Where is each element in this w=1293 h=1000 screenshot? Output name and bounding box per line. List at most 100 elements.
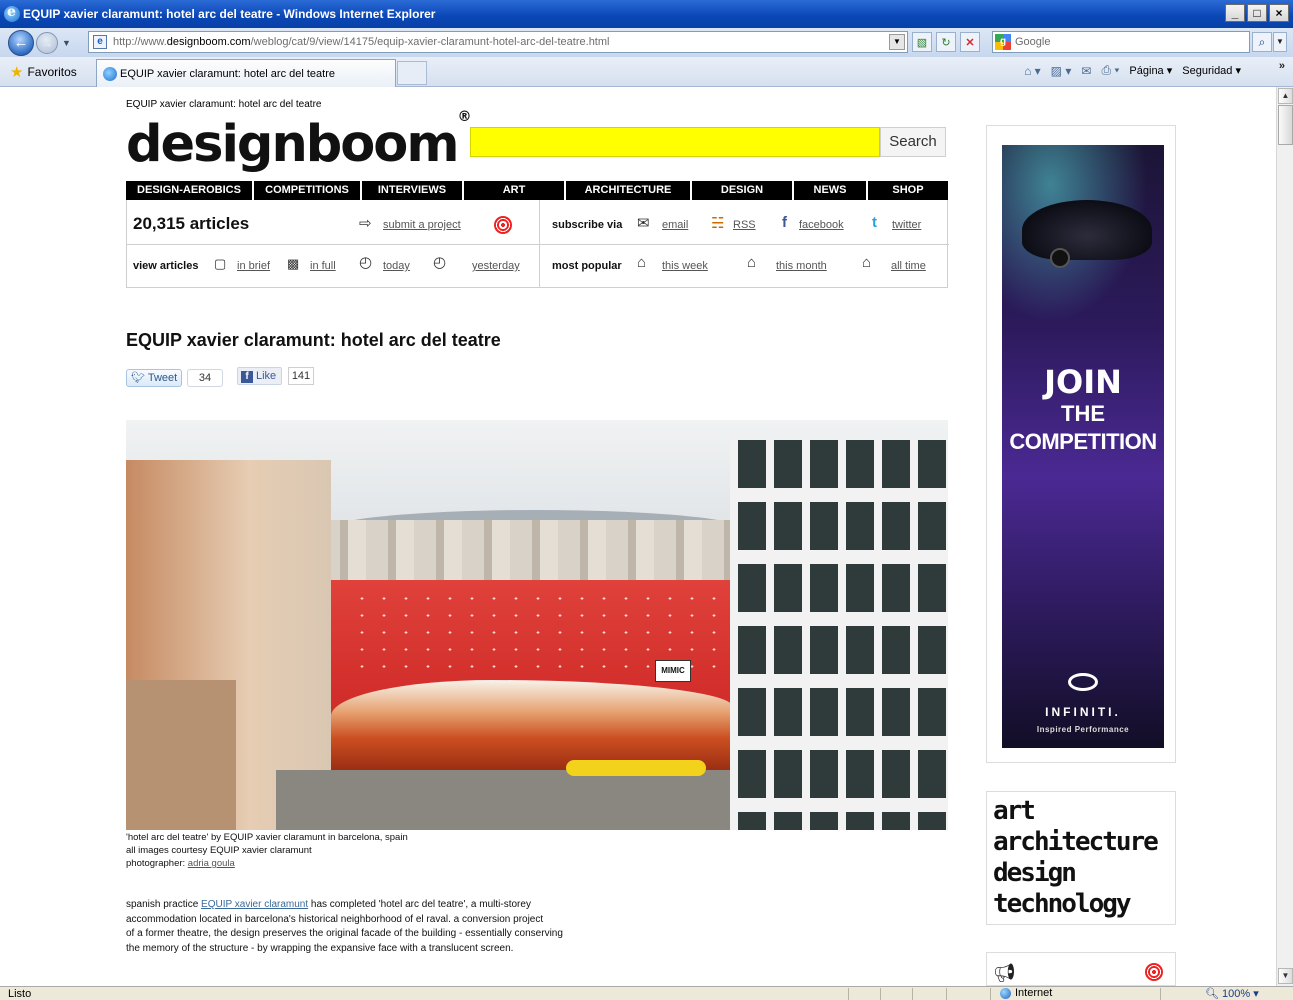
in-full-link[interactable]: in full: [310, 260, 336, 272]
all-time-link[interactable]: all time: [891, 260, 926, 272]
facebook-link[interactable]: facebook: [799, 219, 844, 231]
forward-button[interactable]: →: [36, 31, 58, 54]
menu-item-design[interactable]: DESIGN: [692, 181, 794, 200]
search-options-icon[interactable]: ▼: [1273, 32, 1287, 52]
article-body: spanish practice EQUIP xavier claramunt …: [126, 899, 563, 954]
advertisement-banner[interactable]: JOIN THE COMPETITION INFINITI. Inspired …: [1002, 145, 1164, 748]
refresh-icon[interactable]: ↻: [936, 32, 956, 52]
page-content: EQUIP xavier claramunt: hotel arc del te…: [0, 87, 1276, 986]
ad-headline: JOIN: [1044, 363, 1122, 401]
vertical-scrollbar[interactable]: ▲ ▼: [1276, 87, 1293, 986]
scroll-up-button[interactable]: ▲: [1278, 88, 1293, 104]
site-search-input[interactable]: [470, 127, 880, 157]
address-dropdown-icon[interactable]: ▼: [889, 34, 905, 50]
menu-item-architecture[interactable]: ARCHITECTURE: [566, 181, 692, 200]
categories-box[interactable]: art architecture design technology: [986, 791, 1176, 925]
stop-icon[interactable]: ✕: [960, 32, 980, 52]
url-path: /weblog/cat/9/view/14175/equip-xavier-cl…: [250, 36, 610, 48]
favorites-button[interactable]: ★ Favoritos: [10, 63, 77, 81]
menu-item-design-aerobics[interactable]: DESIGN-AEROBICS: [126, 181, 254, 200]
security-zone[interactable]: Internet: [1000, 987, 1052, 999]
twitter-icon: t: [872, 214, 877, 231]
tab-label: EQUIP xavier claramunt: hotel arc del te…: [120, 67, 336, 80]
mail-icon[interactable]: ✉: [1081, 64, 1091, 78]
ad-brand: INFINITI.: [1045, 705, 1121, 719]
safety-menu[interactable]: Seguridad ▾: [1182, 64, 1241, 77]
history-dropdown-icon[interactable]: ▼: [62, 38, 71, 48]
this-month-link[interactable]: this month: [776, 260, 827, 272]
print-icon[interactable]: ⎙ ▾: [1101, 63, 1119, 78]
site-search-button[interactable]: Search: [880, 127, 946, 157]
title-bar: EQUIP xavier claramunt: hotel arc del te…: [0, 0, 1293, 28]
category-architecture: architecture: [993, 827, 1159, 857]
globe-icon: [1000, 987, 1011, 999]
submit-project-link[interactable]: submit a project: [383, 219, 461, 231]
favorites-label: Favoritos: [27, 64, 77, 79]
email-link[interactable]: email: [662, 219, 688, 231]
rss-link[interactable]: RSS: [733, 219, 756, 231]
url-host: designboom.com: [166, 36, 251, 48]
address-bar[interactable]: e http://www. designboom.com/weblog/cat/9…: [88, 31, 908, 53]
twitter-link[interactable]: twitter: [892, 219, 921, 231]
target-icon[interactable]: [1145, 963, 1163, 981]
clock-icon: ◴: [433, 254, 447, 271]
google-icon: g: [995, 34, 1011, 50]
back-button[interactable]: ←: [8, 29, 34, 56]
menu-item-news[interactable]: NEWS: [794, 181, 868, 200]
facebook-icon: f: [241, 371, 253, 383]
compatibility-view-icon[interactable]: ▧: [912, 32, 932, 52]
window-title: EQUIP xavier claramunt: hotel arc del te…: [23, 7, 436, 21]
article-title: EQUIP xavier claramunt: hotel arc del te…: [126, 330, 501, 350]
category-technology: technology: [993, 889, 1132, 919]
photo-caption: 'hotel arc del teatre' by EQUIP xavier c…: [126, 832, 408, 869]
top10-icon: ⌂: [862, 254, 872, 271]
minimize-button[interactable]: _: [1225, 4, 1245, 22]
maximize-button[interactable]: □: [1247, 4, 1267, 22]
scroll-thumb[interactable]: [1278, 105, 1293, 145]
close-button[interactable]: ×: [1269, 4, 1289, 22]
zone-label: Internet: [1015, 987, 1053, 999]
arrow-right-icon: ⇨: [359, 215, 372, 232]
page-menu[interactable]: Página ▾: [1129, 64, 1172, 77]
photographer-link[interactable]: adria goula: [188, 858, 235, 869]
chevron-icon[interactable]: »: [1279, 60, 1285, 72]
search-field[interactable]: g Google: [992, 31, 1250, 53]
status-bar: Listo Internet 🔍︎ 100% ▾: [0, 986, 1293, 1000]
facebook-icon: f: [782, 214, 787, 231]
nav-actions: ▧ ↻ ✕: [912, 32, 980, 52]
target-icon[interactable]: [494, 216, 512, 234]
zoom-level[interactable]: 🔍︎ 100% ▾: [1205, 987, 1259, 1000]
most-popular-label: most popular: [552, 260, 622, 272]
ad-tagline: Inspired Performance: [1036, 725, 1130, 734]
yesterday-link[interactable]: yesterday: [472, 260, 520, 272]
in-brief-link[interactable]: in brief: [237, 260, 270, 272]
today-link[interactable]: today: [383, 260, 410, 272]
new-tab-button[interactable]: [397, 61, 427, 85]
architect-link[interactable]: EQUIP xavier claramunt: [201, 899, 308, 910]
article-count: 20,315 articles: [133, 214, 250, 233]
facebook-like-button[interactable]: f Like: [237, 367, 282, 385]
top10-icon: ⌂: [747, 254, 757, 271]
menu-item-interviews[interactable]: INTERVIEWS: [362, 181, 464, 200]
search-icon[interactable]: ⌕: [1252, 32, 1272, 52]
feeds-icon[interactable]: ▨ ▾: [1051, 64, 1072, 78]
tweet-button[interactable]: 🐦︎ Tweet: [126, 369, 182, 387]
rss-icon: ☵: [711, 215, 725, 232]
home-icon[interactable]: ⌂ ▾: [1024, 64, 1041, 78]
scroll-down-button[interactable]: ▼: [1278, 968, 1293, 984]
menu-item-art[interactable]: ART: [464, 181, 566, 200]
menu-item-competitions[interactable]: COMPETITIONS: [254, 181, 362, 200]
this-week-link[interactable]: this week: [662, 260, 708, 272]
brief-icon: ▢: [214, 256, 227, 271]
site-logo[interactable]: designboom®: [126, 109, 471, 175]
full-icon: ▩: [287, 256, 300, 271]
photo-sign: MIMIC: [655, 660, 691, 682]
subscribe-label: subscribe via: [552, 219, 623, 231]
menu-item-shop[interactable]: SHOP: [868, 181, 948, 200]
command-bar: ⌂ ▾ ▨ ▾ ✉ ⎙ ▾ Página ▾ Seguridad ▾: [1024, 63, 1241, 78]
category-design: design: [993, 858, 1077, 888]
like-count: 141: [288, 367, 314, 385]
megaphone-icon[interactable]: 📢︎: [993, 963, 1016, 984]
email-icon: ✉: [637, 215, 650, 232]
browser-tab[interactable]: EQUIP xavier claramunt: hotel arc del te…: [96, 59, 396, 87]
